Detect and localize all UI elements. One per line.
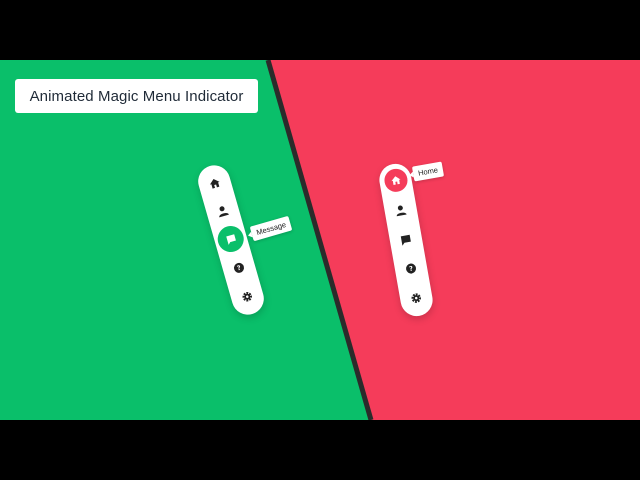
menu-item-profile[interactable] [385, 194, 417, 226]
letterbox-top [0, 0, 640, 60]
help-icon: ? [406, 263, 417, 274]
menu-item-message[interactable] [390, 224, 422, 256]
menu-item-home[interactable] [380, 164, 412, 196]
menu-item-settings[interactable] [230, 279, 265, 314]
page-title: Animated Magic Menu Indicator [15, 79, 258, 113]
user-icon [219, 206, 229, 218]
settings-icon [242, 291, 253, 302]
home-icon [209, 178, 220, 189]
user-icon [396, 205, 407, 217]
menu-item-settings[interactable] [400, 282, 432, 314]
help-icon: ? [233, 262, 244, 273]
message-icon [225, 233, 236, 245]
menu-item-message[interactable] [214, 222, 247, 256]
message-icon [400, 234, 411, 246]
letterbox-bottom [0, 420, 640, 480]
home-icon [391, 176, 401, 185]
menu-item-help[interactable]: ? [395, 252, 427, 284]
settings-icon [411, 293, 421, 303]
video-frame: Animated Magic Menu Indicator ? Message [0, 60, 640, 420]
split-background [0, 60, 640, 420]
menu-item-profile[interactable] [205, 194, 240, 229]
